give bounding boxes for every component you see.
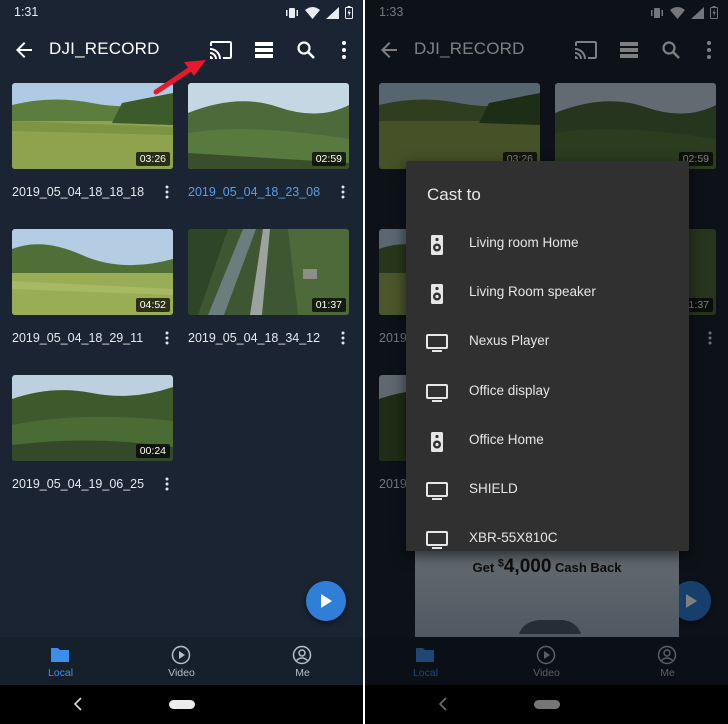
video-filename: 2019_05_04_19_06_25: [12, 477, 145, 491]
more-vert-icon[interactable]: [332, 38, 356, 62]
system-home-button[interactable]: [169, 700, 195, 709]
tv-icon: [426, 482, 448, 500]
cast-device-item[interactable]: Office display: [406, 368, 689, 416]
play-icon: [321, 594, 332, 608]
cast-device-name: Office display: [469, 382, 550, 398]
video-filename: 2019_05_04_18_23_08: [188, 185, 321, 199]
left-screen: 1:31 DJI_RECORD 03:26 2019_05_04_18_18_1…: [0, 0, 363, 724]
cast-device-name: Nexus Player: [469, 333, 550, 349]
more-vert-icon[interactable]: [162, 330, 172, 346]
status-time: 1:31: [14, 5, 39, 19]
more-vert-icon[interactable]: [338, 184, 348, 200]
video-duration: 02:59: [311, 152, 346, 166]
video-thumbnail[interactable]: 00:24: [12, 375, 173, 461]
cast-device-item[interactable]: XBR-55X810C: [406, 515, 689, 563]
cast-device-item[interactable]: Office Home: [406, 417, 689, 465]
folder-icon: [51, 648, 69, 662]
system-navigation-bar: [0, 685, 363, 724]
cast-device-name: SHIELD: [469, 481, 518, 496]
nav-label: Local: [47, 667, 74, 679]
video-duration: 00:24: [135, 444, 170, 458]
vibrate-icon: [286, 7, 298, 18]
bottom-navigation: Local Video Me: [0, 637, 363, 685]
view-list-icon[interactable]: [252, 38, 276, 62]
system-back-icon[interactable]: [72, 697, 84, 711]
video-filename: 2019_05_04_18_18_18: [12, 185, 145, 199]
video-thumbnail[interactable]: 01:37: [188, 229, 349, 315]
video-duration: 03:26: [135, 152, 170, 166]
dialog-title: Cast to: [427, 185, 481, 204]
tv-icon: [426, 334, 448, 353]
cast-device-item[interactable]: Living room Home: [406, 220, 689, 268]
more-vert-icon[interactable]: [162, 184, 172, 200]
play-all-button[interactable]: [306, 581, 346, 621]
video-duration: 01:37: [311, 298, 346, 312]
video-thumbnail[interactable]: 04:52: [12, 229, 173, 315]
cast-device-name: Living room Home: [469, 235, 579, 250]
nav-local[interactable]: Local: [0, 637, 121, 685]
right-screen: 1:33 DJI_RECORD 03:26 02:59 2019_05_0: [365, 0, 728, 724]
cast-device-name: Living Room speaker: [469, 284, 596, 300]
cast-device-item[interactable]: Nexus Player: [406, 318, 689, 366]
more-vert-icon[interactable]: [162, 476, 172, 492]
annotation-arrow: [153, 60, 206, 95]
tv-icon: [426, 383, 448, 402]
cast-device-item[interactable]: SHIELD: [406, 466, 689, 514]
more-vert-icon[interactable]: [338, 330, 348, 346]
video-filename: 2019_05_04_18_34_12: [188, 331, 321, 345]
cast-device-name: XBR-55X810C: [469, 530, 558, 546]
nav-video[interactable]: Video: [121, 637, 242, 685]
nav-label: Me: [295, 667, 310, 679]
status-bar: 1:31: [0, 0, 363, 26]
video-thumbnail[interactable]: 03:26: [12, 83, 173, 169]
speaker-icon: [431, 235, 443, 255]
play-circle-icon: [171, 645, 191, 665]
tv-icon: [426, 531, 448, 550]
cast-device-item[interactable]: Living Room speaker: [406, 269, 689, 317]
video-thumbnail[interactable]: 02:59: [188, 83, 349, 169]
wifi-icon: [305, 6, 320, 19]
page-title: DJI_RECORD: [49, 39, 160, 58]
nav-me[interactable]: Me: [242, 637, 363, 685]
cast-dialog: Cast to Living room Home Living Room spea…: [406, 161, 689, 551]
speaker-icon: [431, 284, 443, 305]
video-filename: 2019_05_04_18_29_11: [12, 331, 144, 345]
signal-icon: [326, 6, 339, 19]
search-icon[interactable]: [294, 38, 318, 62]
nav-label: Video: [168, 667, 195, 679]
cast-device-name: Office Home: [469, 431, 544, 447]
back-arrow-icon[interactable]: [12, 38, 36, 62]
speaker-icon: [431, 431, 443, 452]
video-duration: 04:52: [135, 298, 170, 312]
cast-icon[interactable]: [209, 38, 233, 62]
account-icon: [292, 645, 312, 665]
battery-icon: [345, 6, 353, 19]
